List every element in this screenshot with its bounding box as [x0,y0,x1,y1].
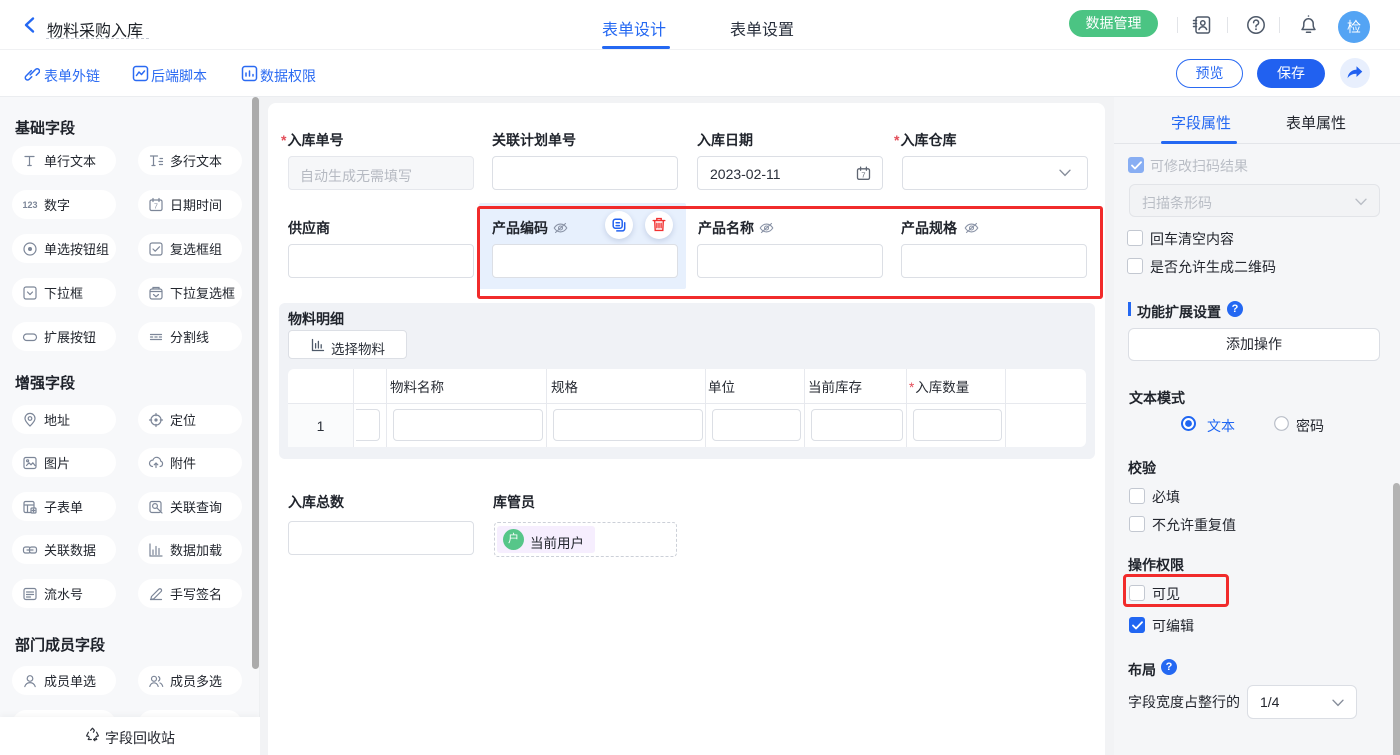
svg-text:7: 7 [861,171,865,180]
svg-text:7: 7 [154,203,158,210]
svg-text:123: 123 [22,200,37,210]
